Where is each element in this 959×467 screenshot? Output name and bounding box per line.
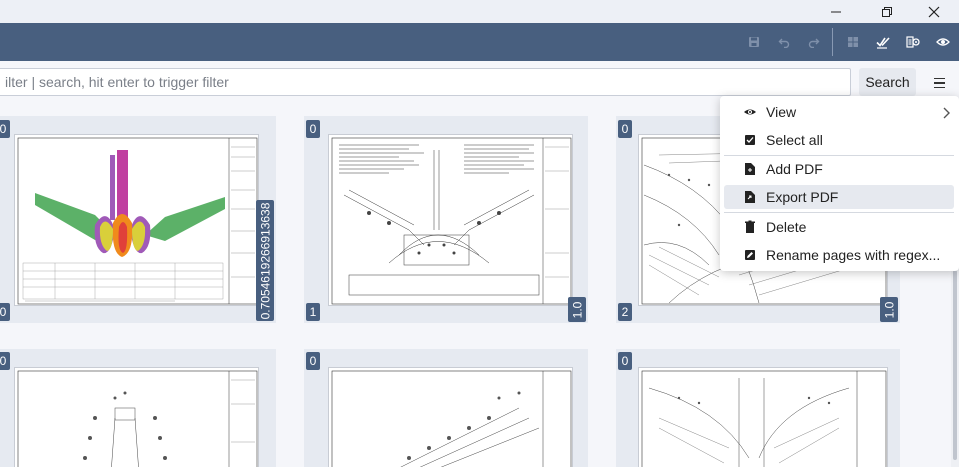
menu-item-export-pdf[interactable]: Export PDF bbox=[724, 185, 954, 209]
filter-input[interactable]: ilter | search, hit enter to trigger fil… bbox=[0, 68, 851, 96]
page-index-badge: 0 bbox=[306, 120, 320, 138]
page-size-badge: 1.0 bbox=[880, 297, 898, 322]
menu-item-select-all[interactable]: Select all bbox=[724, 128, 954, 152]
chevron-right-icon bbox=[942, 106, 952, 122]
page-number-badge: 0 bbox=[0, 303, 10, 321]
menu-item-delete[interactable]: Delete bbox=[724, 215, 954, 239]
page-card[interactable] bbox=[304, 116, 588, 323]
search-button[interactable]: Search bbox=[859, 68, 916, 96]
main-toolbar bbox=[0, 23, 959, 61]
page-thumbnail bbox=[328, 367, 573, 467]
page-number-badge: 2 bbox=[618, 303, 632, 321]
menu-item-label: Select all bbox=[766, 132, 823, 148]
page-index-badge: 0 bbox=[306, 352, 320, 370]
page-card[interactable] bbox=[0, 116, 276, 323]
toolbar-divider bbox=[832, 28, 833, 56]
page-thumbnail bbox=[328, 134, 573, 306]
trash-icon bbox=[742, 219, 758, 235]
page-card[interactable] bbox=[304, 349, 588, 467]
filter-placeholder: ilter | search, hit enter to trigger fil… bbox=[5, 74, 229, 90]
grid-view-icon[interactable] bbox=[843, 32, 863, 52]
menu-separator bbox=[724, 155, 954, 156]
restore-icon[interactable] bbox=[864, 0, 910, 23]
page-card[interactable] bbox=[616, 349, 900, 467]
menu-item-label: Add PDF bbox=[766, 161, 823, 177]
menu-item-rename-regex[interactable]: Rename pages with regex... bbox=[724, 243, 954, 267]
menu-item-label: Rename pages with regex... bbox=[766, 247, 941, 263]
menu-item-view[interactable]: View bbox=[724, 100, 954, 124]
page-thumbnail bbox=[638, 367, 888, 467]
menu-item-label: View bbox=[766, 104, 797, 120]
close-icon[interactable] bbox=[911, 0, 957, 23]
window-titlebar bbox=[0, 0, 959, 23]
undo-icon[interactable] bbox=[774, 32, 794, 52]
page-index-badge: 0 bbox=[618, 352, 632, 370]
preview-icon[interactable] bbox=[933, 32, 953, 52]
page-thumbnail bbox=[14, 367, 259, 467]
menu-separator bbox=[724, 212, 954, 213]
file-icon bbox=[742, 161, 758, 177]
page-number-badge: 1 bbox=[306, 303, 320, 321]
page-size-badge: 1.0 bbox=[568, 297, 586, 322]
scrollbar-thumb[interactable] bbox=[953, 270, 957, 460]
page-thumbnail bbox=[14, 134, 259, 306]
menu-item-label: Export PDF bbox=[766, 189, 839, 205]
page-card[interactable] bbox=[0, 349, 276, 467]
checkbox-icon bbox=[742, 132, 758, 148]
page-index-badge: 0 bbox=[0, 120, 10, 138]
page-index-badge: 0 bbox=[618, 120, 632, 138]
check-all-icon[interactable] bbox=[873, 32, 893, 52]
pages-settings-icon[interactable] bbox=[903, 32, 923, 52]
hamburger-menu-icon[interactable] bbox=[927, 72, 951, 94]
page-size-badge: 0.7054619266913638 bbox=[256, 200, 274, 321]
menu-item-label: Delete bbox=[766, 219, 807, 235]
eye-icon bbox=[742, 104, 758, 120]
redo-icon[interactable] bbox=[804, 32, 824, 52]
page-index-badge: 0 bbox=[0, 352, 10, 370]
save-icon[interactable] bbox=[744, 32, 764, 52]
menu-item-add-pdf[interactable]: Add PDF bbox=[724, 157, 954, 181]
minimize-icon[interactable] bbox=[813, 0, 859, 23]
options-menu: View Select all Add PDF Export PDF Delet… bbox=[720, 96, 959, 271]
file-export-icon bbox=[742, 189, 758, 205]
edit-icon bbox=[742, 247, 758, 263]
